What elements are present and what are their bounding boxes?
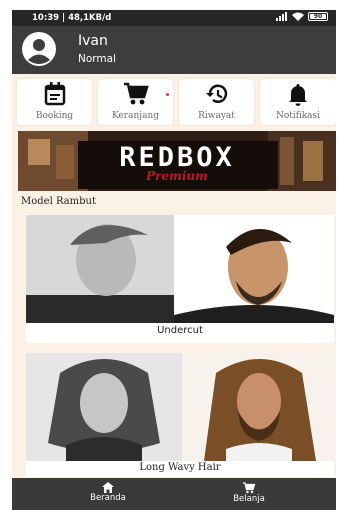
app-screen: 10:39 | 48,1KB/d 90 Ivan Normal Booking … [12,10,336,510]
undercut-photo [26,215,334,323]
menu-keranjang[interactable]: Keranjang [98,79,173,125]
status-bar: 10:39 | 48,1KB/d 90 [12,10,336,26]
user-name: Ivan [78,33,108,49]
status-time: 10:39 | 48,1KB/d [32,13,112,23]
profile-header[interactable]: Ivan Normal [12,26,336,74]
booking-icon [44,82,65,106]
hairstyle-name: Undercut [157,325,203,336]
nav-belanja[interactable]: Belanja [209,482,289,504]
nav-label: Belanja [233,494,265,504]
menu-notifikasi[interactable]: Notifikasi [260,79,336,125]
hairstyle-card-undercut[interactable]: Undercut [26,215,334,343]
menu-booking[interactable]: Booking [17,79,92,125]
status-icons: 90 [276,12,328,21]
cart-icon [243,482,256,494]
menu-label: Riwayat [198,111,235,121]
user-tier: Normal [78,53,116,65]
nav-beranda[interactable]: Beranda [68,482,148,503]
hairstyle-name: Long Wavy Hair [139,462,221,473]
battery-icon: 90 [308,12,328,21]
battery-level: 90 [313,13,323,20]
history-icon [205,84,227,103]
menu-label: Keranjang [112,111,159,121]
wifi-icon [292,12,304,21]
menu-riwayat[interactable]: Riwayat [179,79,254,125]
signal-icon [276,12,287,21]
banner-subtitle: Premium [146,169,208,183]
avatar-icon[interactable] [22,32,56,66]
menu-label: Booking [35,111,74,121]
section-title: Model Rambut [21,196,97,207]
cart-icon [123,82,149,105]
menu-label: Notifikasi [275,111,321,121]
cart-badge-dot [166,93,169,96]
promo-banner[interactable]: REDBOX Premium [18,131,336,191]
home-icon [102,482,114,493]
long-wavy-photo [26,353,334,461]
bottom-nav: Beranda Belanja [12,478,336,510]
hairstyle-card-long-wavy[interactable]: Long Wavy Hair [26,353,334,477]
nav-label: Beranda [90,493,126,503]
bell-icon [289,84,307,106]
